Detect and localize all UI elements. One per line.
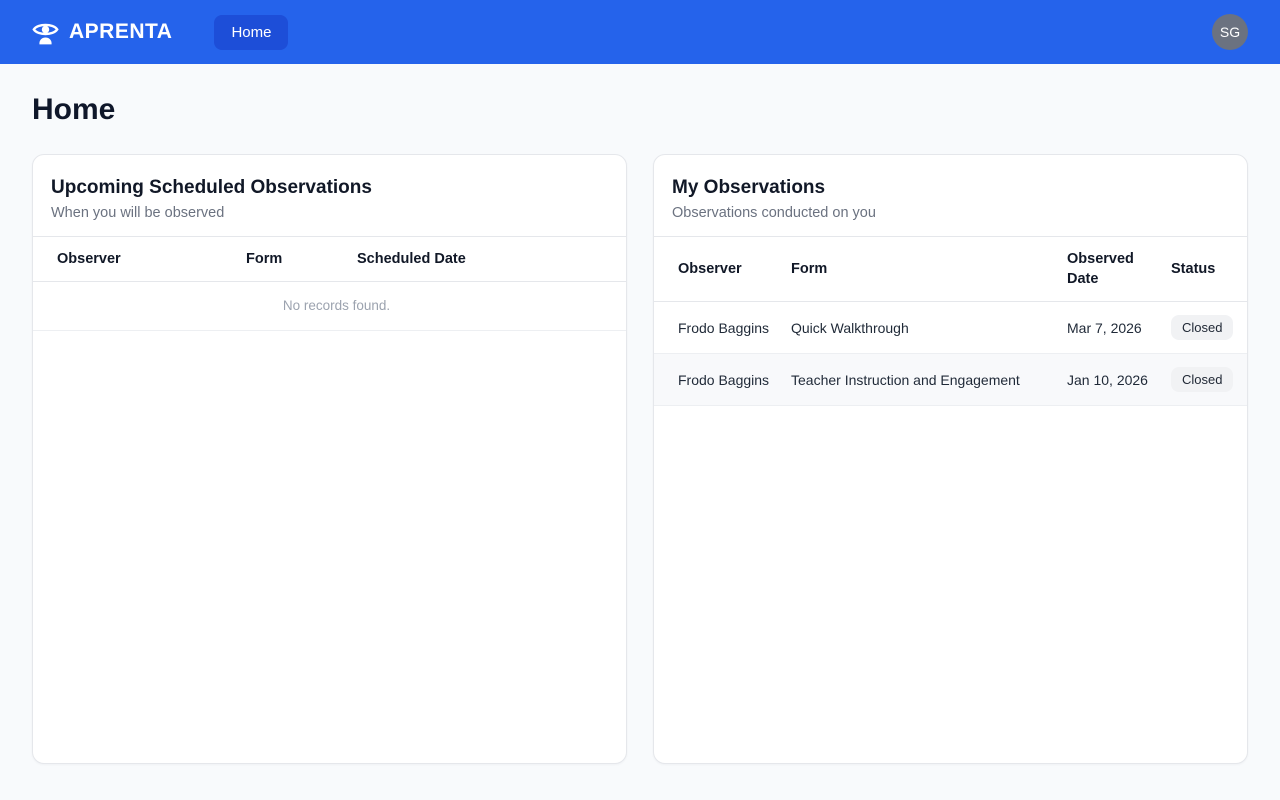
form-cell: Quick Walkthrough (781, 302, 1057, 354)
cards-row: Upcoming Scheduled Observations When you… (32, 154, 1248, 764)
column-header-scheduled-date: Scheduled Date (347, 237, 626, 282)
column-header-status: Status (1161, 237, 1247, 302)
column-header-observer: Observer (654, 237, 781, 302)
main-content: Home Upcoming Scheduled Observations Whe… (0, 64, 1280, 764)
observer-cell: Frodo Baggins (654, 302, 781, 354)
observation-row[interactable]: Frodo Baggins Teacher Instruction and En… (654, 354, 1247, 406)
my-observations-card-header: My Observations Observations conducted o… (654, 155, 1247, 236)
status-badge: Closed (1171, 315, 1233, 340)
top-navigation-bar: APRENTA Home SG (0, 0, 1280, 64)
empty-state-row: No records found. (33, 282, 626, 331)
form-cell: Teacher Instruction and Engagement (781, 354, 1057, 406)
my-observations-card-title: My Observations (672, 177, 1223, 199)
upcoming-card-subtitle: When you will be observed (51, 205, 602, 221)
brand-name: APRENTA (69, 20, 172, 44)
upcoming-observations-card: Upcoming Scheduled Observations When you… (32, 154, 627, 764)
table-header-row: Observer Form Observed Date Status (654, 237, 1247, 302)
avatar[interactable]: SG (1212, 14, 1248, 50)
upcoming-card-header: Upcoming Scheduled Observations When you… (33, 155, 626, 236)
status-cell: Closed (1161, 302, 1247, 354)
observer-eye-icon (32, 19, 59, 46)
observer-cell: Frodo Baggins (654, 354, 781, 406)
main-nav: Home (214, 15, 288, 50)
brand-logo[interactable]: APRENTA (32, 19, 172, 46)
observed-date-cell: Mar 7, 2026 (1057, 302, 1161, 354)
my-observations-card: My Observations Observations conducted o… (653, 154, 1248, 764)
upcoming-observations-table: Observer Form Scheduled Date No records … (33, 236, 626, 331)
nav-home-button[interactable]: Home (214, 15, 288, 50)
my-observations-card-subtitle: Observations conducted on you (672, 205, 1223, 221)
upcoming-card-title: Upcoming Scheduled Observations (51, 177, 602, 199)
observed-date-cell: Jan 10, 2026 (1057, 354, 1161, 406)
status-cell: Closed (1161, 354, 1247, 406)
column-header-form: Form (781, 237, 1057, 302)
column-header-observed-date: Observed Date (1057, 237, 1161, 302)
table-header-row: Observer Form Scheduled Date (33, 237, 626, 282)
my-observations-table: Observer Form Observed Date Status Frodo… (654, 236, 1247, 406)
column-header-observer: Observer (33, 237, 236, 282)
empty-state-message: No records found. (33, 282, 626, 331)
column-header-form: Form (236, 237, 347, 282)
status-badge: Closed (1171, 367, 1233, 392)
observation-row[interactable]: Frodo Baggins Quick Walkthrough Mar 7, 2… (654, 302, 1247, 354)
page-title: Home (32, 93, 1248, 127)
